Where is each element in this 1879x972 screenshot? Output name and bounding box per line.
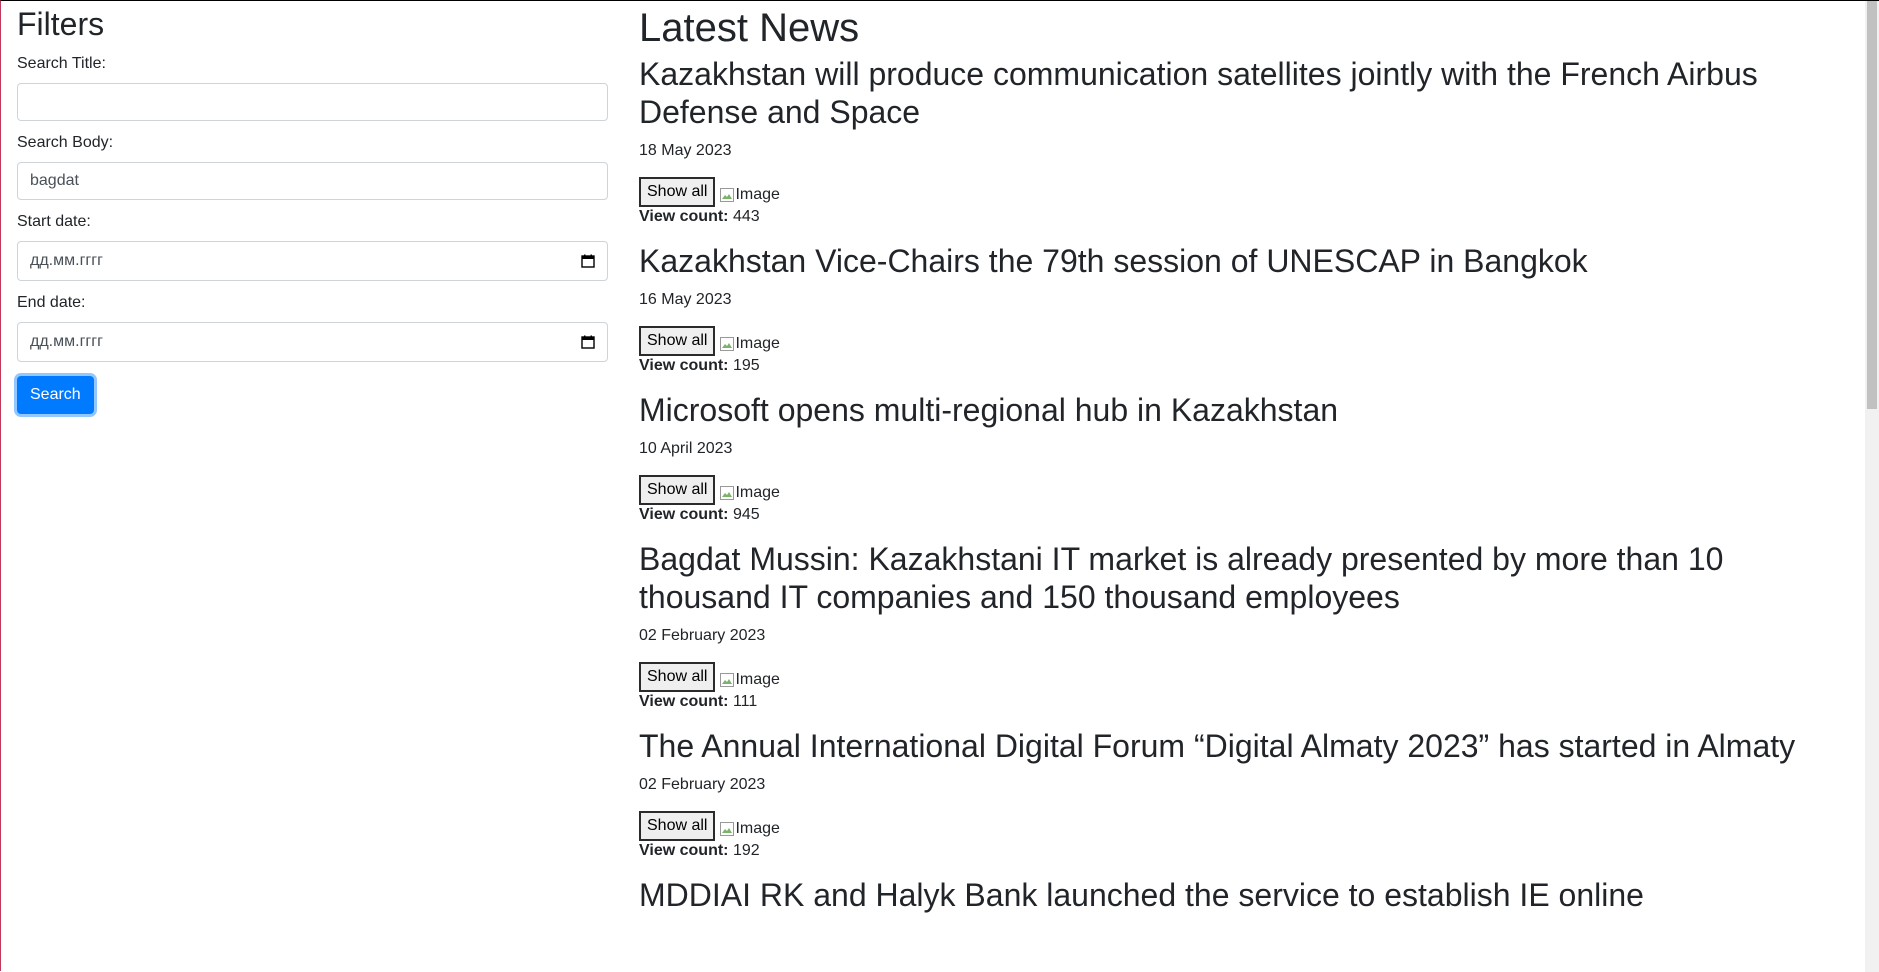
news-image: Image — [719, 671, 780, 689]
calendar-icon[interactable] — [581, 335, 595, 349]
search-body-label: Search Body: — [17, 134, 114, 151]
show-all-button[interactable]: Show all — [639, 177, 716, 207]
news-item-date: 10 April 2023 — [639, 440, 733, 457]
view-count-value: 192 — [732, 842, 760, 859]
view-count-label: View count: — [639, 357, 729, 374]
start-date-label: Start date: — [17, 213, 91, 230]
calendar-icon[interactable] — [581, 254, 595, 268]
news-item-date: 18 May 2023 — [639, 142, 732, 159]
end-date-placeholder: дд.мм.гггг — [30, 333, 103, 350]
show-all-button[interactable]: Show all — [639, 326, 716, 356]
view-count-label: View count: — [639, 693, 729, 710]
filters-panel: Filters Search Title: Search Body: Start… — [17, 1, 609, 414]
news-item: Kazakhstan Vice-Chairs the 79th session … — [639, 242, 1859, 376]
end-date-input[interactable]: дд.мм.гггг — [17, 322, 608, 362]
filters-title: Filters — [17, 6, 105, 42]
news-image-alt: Image — [735, 671, 780, 688]
news-title: Latest News — [639, 6, 860, 50]
news-item-date: 16 May 2023 — [639, 291, 732, 308]
view-count-value: 111 — [732, 693, 758, 710]
search-title-input[interactable] — [17, 83, 608, 121]
news-image-alt: Image — [735, 335, 780, 352]
news-item: MDDIAI RK and Halyk Bank launched the se… — [639, 876, 1859, 914]
news-item-title: Bagdat Mussin: Kazakhstani IT market is … — [639, 541, 1724, 615]
view-count: View count: 443 — [639, 207, 1859, 227]
news-section: Latest News Kazakhstan will produce comm… — [639, 1, 1859, 924]
news-item: The Annual International Digital Forum “… — [639, 727, 1859, 861]
start-date-placeholder: дд.мм.гггг — [30, 252, 103, 269]
broken-image-icon — [720, 673, 735, 687]
news-item-title: Kazakhstan Vice-Chairs the 79th session … — [639, 243, 1588, 279]
broken-image-icon — [720, 188, 735, 202]
news-image-alt: Image — [735, 820, 780, 837]
start-date-input[interactable]: дд.мм.гггг — [17, 241, 608, 281]
broken-image-icon — [720, 822, 735, 836]
news-item-date: 02 February 2023 — [639, 776, 766, 793]
scrollbar-thumb[interactable] — [1867, 1, 1877, 409]
news-image: Image — [719, 484, 780, 502]
broken-image-icon — [720, 486, 735, 500]
news-image: Image — [719, 186, 780, 204]
view-count-label: View count: — [639, 842, 729, 859]
view-count-value: 443 — [732, 208, 760, 225]
news-image-alt: Image — [735, 186, 780, 203]
view-count: View count: 195 — [639, 356, 1859, 376]
view-count-label: View count: — [639, 208, 729, 225]
news-image-alt: Image — [735, 484, 780, 501]
news-item: Bagdat Mussin: Kazakhstani IT market is … — [639, 540, 1859, 712]
view-count-value: 195 — [732, 357, 760, 374]
show-all-button[interactable]: Show all — [639, 811, 716, 841]
view-count-label: View count: — [639, 506, 729, 523]
search-body-input[interactable] — [17, 162, 608, 200]
view-count: View count: 945 — [639, 505, 1859, 525]
show-all-button[interactable]: Show all — [639, 475, 716, 505]
news-item: Microsoft opens multi-regional hub in Ka… — [639, 391, 1859, 525]
news-item-date: 02 February 2023 — [639, 627, 766, 644]
end-date-label: End date: — [17, 294, 86, 311]
news-image: Image — [719, 820, 780, 838]
view-count: View count: 192 — [639, 841, 1859, 861]
search-title-label: Search Title: — [17, 55, 106, 72]
broken-image-icon — [720, 337, 735, 351]
news-image: Image — [719, 335, 780, 353]
news-item-title: Microsoft opens multi-regional hub in Ka… — [639, 392, 1339, 428]
news-item: Kazakhstan will produce communication sa… — [639, 55, 1859, 227]
news-item-title: The Annual International Digital Forum “… — [639, 728, 1796, 764]
news-item-title: MDDIAI RK and Halyk Bank launched the se… — [639, 877, 1644, 913]
search-button[interactable]: Search — [17, 376, 94, 414]
scrollbar[interactable] — [1865, 1, 1879, 972]
view-count: View count: 111 — [639, 692, 1859, 712]
view-count-value: 945 — [732, 506, 760, 523]
news-item-title: Kazakhstan will produce communication sa… — [639, 56, 1758, 130]
show-all-button[interactable]: Show all — [639, 662, 716, 692]
